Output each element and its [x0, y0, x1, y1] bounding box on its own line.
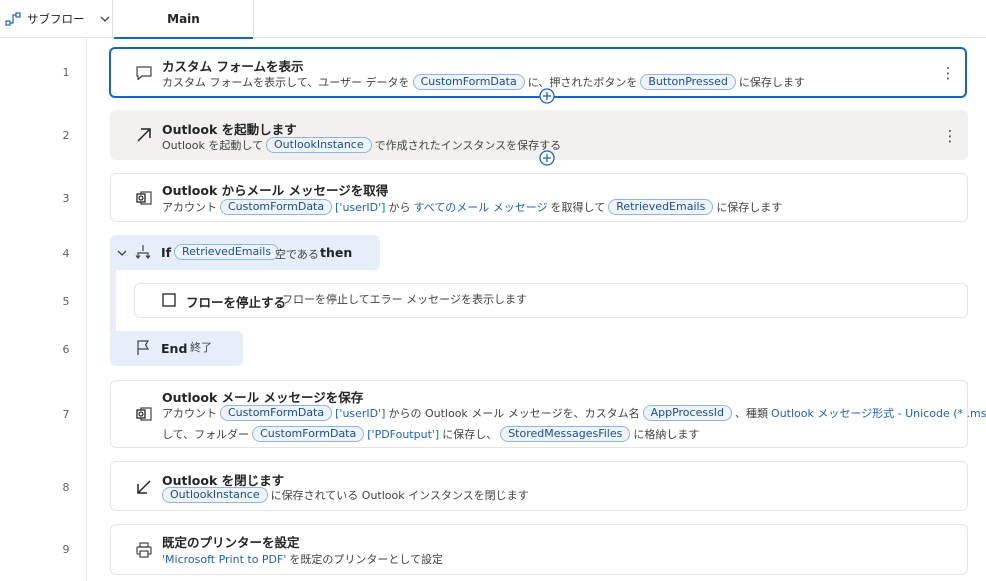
line-number: 3 — [62, 192, 70, 205]
subflow-dropdown[interactable]: サブフロー — [0, 0, 113, 38]
step-stop-flow[interactable]: フローを停止する フローを停止してエラー メッセージを表示します — [134, 283, 968, 318]
step-description: フローを停止してエラー メッセージを表示します — [282, 293, 527, 306]
then-keyword: then — [320, 245, 353, 260]
desc-text: で作成されたインスタンスを保存する — [374, 139, 562, 152]
stop-square-icon — [162, 293, 176, 307]
line-number: 2 — [62, 129, 70, 142]
message-box-icon — [136, 66, 152, 81]
step-title: フローを停止する — [186, 295, 287, 310]
line-number: 7 — [62, 408, 70, 421]
step-if[interactable]: If RetrievedEmails 空である then — [110, 235, 380, 270]
printer-icon — [136, 542, 152, 558]
desc-text: に保存されている Outlook インスタンスを閉じます — [270, 489, 529, 502]
gutter-divider — [86, 39, 87, 581]
chevron-down-icon[interactable] — [116, 247, 128, 259]
step-retrieve-emails[interactable]: Outlook からメール メッセージを取得 アカウント CustomFormD… — [110, 173, 968, 222]
variable-token[interactable]: CustomFormData — [412, 74, 525, 90]
step-close-outlook[interactable]: Outlook を閉じます OutlookInstance に保存されている O… — [110, 461, 968, 511]
variable-token[interactable]: ButtonPressed — [640, 74, 736, 90]
step-description: OutlookInstance に保存されている Outlook インスタンスを… — [162, 487, 529, 503]
desc-text: して、フォルダー — [162, 428, 250, 441]
property-link[interactable]: ['PDFoutput'] — [367, 428, 439, 441]
subflow-label: サブフロー — [27, 12, 85, 26]
step-description: 'Microsoft Print to PDF' を既定のプリンターとして設定 — [162, 551, 443, 567]
variable-token[interactable]: CustomFormData — [220, 199, 333, 215]
chevron-down-icon — [100, 16, 109, 22]
condition-text: 空である — [275, 248, 319, 261]
step-title: 既定のプリンターを設定 — [162, 535, 300, 550]
variable-token[interactable]: RetrievedEmails — [174, 244, 280, 260]
tab-main[interactable]: Main — [114, 0, 254, 39]
desc-text: を既定のプリンターとして設定 — [289, 553, 444, 566]
line-number: 4 — [62, 247, 70, 260]
step-title: カスタム フォームを表示 — [162, 59, 304, 74]
step-description: カスタム フォームを表示して、ユーザー データを CustomFormData … — [162, 74, 805, 90]
step-title: Outlook からメール メッセージを取得 — [162, 183, 389, 198]
desc-text: Outlook を起動して — [162, 139, 263, 152]
more-vertical-icon[interactable]: ⋮ — [943, 127, 958, 145]
variable-token[interactable]: StoredMessagesFiles — [500, 426, 631, 442]
desc-text: に保存します — [716, 201, 783, 214]
variable-token[interactable]: RetrievedEmails — [608, 199, 714, 215]
desc-text: カスタム フォームを表示して、ユーザー データを — [162, 76, 410, 89]
desc-text: に保存し、 — [442, 428, 498, 441]
desc-text: アカウント — [162, 407, 217, 420]
line-number: 5 — [62, 295, 70, 308]
step-title: Outlook メール メッセージを保存 — [162, 390, 364, 405]
if-block-rail — [110, 263, 116, 333]
variable-token[interactable]: CustomFormData — [252, 426, 365, 442]
parameter-link[interactable]: すべてのメール メッセージ — [413, 199, 547, 215]
line-number: 6 — [62, 343, 70, 356]
if-keyword: If — [161, 245, 172, 260]
line-number: 9 — [62, 543, 70, 556]
parameter-link[interactable]: 'Microsoft Print to PDF' — [162, 553, 286, 566]
step-description: Outlook を起動して OutlookInstance で作成されたインスタ… — [162, 137, 561, 153]
step-save-outlook-messages[interactable]: Outlook メール メッセージを保存 アカウント CustomFormDat… — [110, 380, 986, 448]
variable-token[interactable]: OutlookInstance — [266, 137, 372, 153]
outlook-icon — [136, 191, 152, 205]
step-description: アカウント CustomFormData ['userID'] からの Outl… — [162, 405, 986, 421]
step-description: アカウント CustomFormData ['userID'] から すべてのメ… — [162, 199, 782, 215]
end-text: 終了 — [190, 341, 212, 354]
variable-token[interactable]: OutlookInstance — [162, 487, 268, 503]
step-set-default-printer[interactable]: 既定のプリンターを設定 'Microsoft Print to PDF' を既定… — [110, 524, 968, 575]
launch-arrow-icon — [137, 128, 151, 142]
subflow-icon — [5, 12, 21, 26]
copilot-sparkle-icon[interactable] — [538, 87, 556, 105]
desc-text: 、種類 — [735, 407, 769, 420]
end-keyword: End — [161, 341, 188, 356]
branch-icon — [135, 245, 151, 259]
copilot-sparkle-icon[interactable] — [538, 149, 556, 167]
desc-text: から — [388, 201, 411, 214]
more-vertical-icon[interactable]: ⋮ — [941, 64, 956, 82]
line-number: 1 — [62, 66, 70, 79]
desc-text: アカウント — [162, 201, 217, 214]
close-arrow-icon — [137, 480, 151, 494]
step-description-line2: して、フォルダー CustomFormData ['PDFoutput'] に保… — [162, 426, 699, 442]
variable-token[interactable]: AppProcessId — [642, 405, 733, 421]
step-title: Outlook を起動します — [162, 122, 297, 137]
desc-text: からの Outlook メール メッセージを、カスタム名 — [388, 407, 640, 420]
property-link[interactable]: ['userID'] — [335, 201, 385, 214]
line-number: 8 — [62, 481, 70, 494]
desc-text: に格納します — [633, 428, 700, 441]
desc-text: を取得して — [550, 201, 606, 214]
step-end[interactable]: End 終了 — [110, 331, 243, 366]
top-bar: サブフロー Main — [0, 0, 986, 39]
desc-text: に保存します — [738, 76, 805, 89]
outlook-icon — [136, 407, 152, 421]
variable-token[interactable]: CustomFormData — [220, 405, 333, 421]
parameter-link[interactable]: Outlook メッセージ形式 - Unicode (* .msg) — [771, 405, 986, 421]
flag-icon — [137, 340, 150, 355]
property-link[interactable]: ['userID'] — [335, 407, 385, 420]
